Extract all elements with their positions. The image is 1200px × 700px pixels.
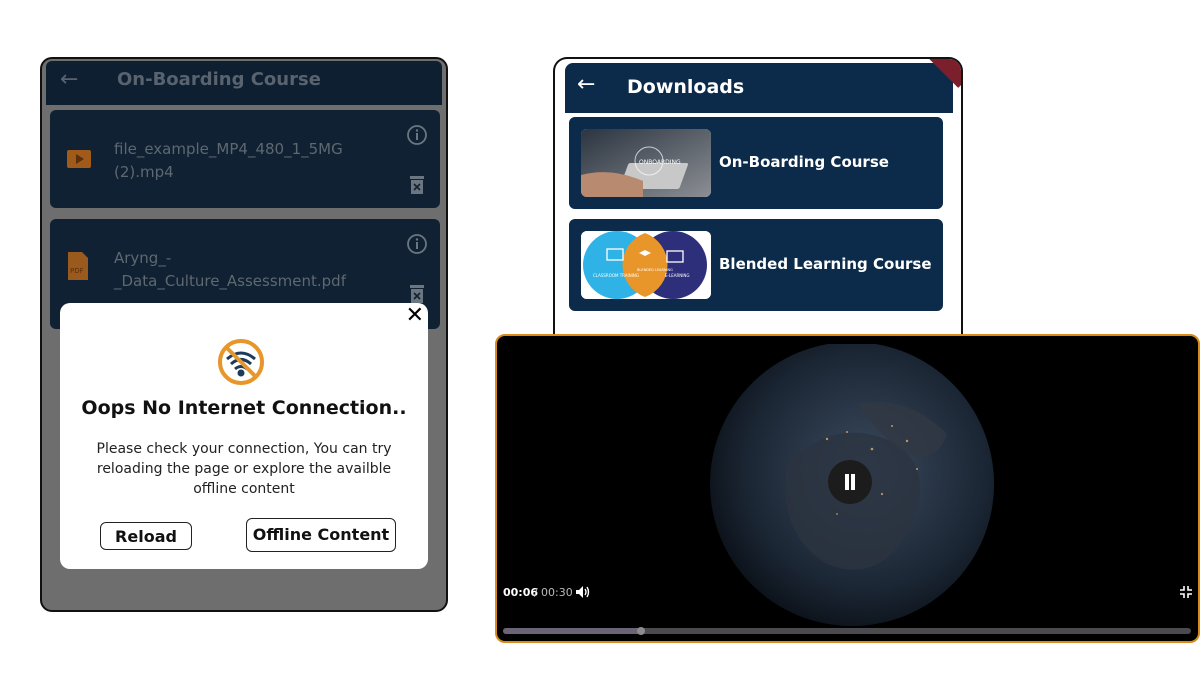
dialog-message: Please check your connection, You can tr…	[96, 441, 392, 497]
file-name: Aryng_-_Data_Culture_Assessment.pdf	[114, 249, 346, 290]
video-file-icon	[67, 150, 91, 168]
volume-icon[interactable]	[575, 585, 591, 599]
page-title: On-Boarding Course	[117, 69, 321, 90]
time-separator: /	[534, 586, 538, 599]
delete-icon[interactable]	[408, 283, 426, 305]
pdf-file-icon: PDF	[68, 252, 88, 280]
info-icon[interactable]	[406, 233, 428, 255]
dialog-title: Oops No Internet Connection..	[81, 397, 407, 419]
course-thumbnail: ONBOARDING	[581, 129, 711, 197]
info-icon[interactable]	[406, 124, 428, 146]
thumb-caption: CLASSROOM TRAINING	[593, 273, 639, 278]
thumb-caption: ONBOARDING	[639, 159, 681, 166]
debug-banner	[927, 59, 961, 88]
back-arrow-icon[interactable]: ←	[60, 67, 78, 92]
offline-course-screen: ← On-Boarding Course file_example_MP4_48…	[40, 57, 448, 612]
offline-content-button[interactable]: Offline Content	[246, 518, 396, 552]
close-icon[interactable]: ✕	[406, 305, 424, 327]
pdf-type-label: PDF	[70, 267, 84, 275]
progress-fill	[503, 628, 641, 634]
reload-button[interactable]: Reload	[100, 522, 192, 550]
progress-bar[interactable]	[503, 627, 1191, 635]
download-item[interactable]: file_example_MP4_480_1_5MG (2).mp4	[50, 110, 440, 208]
exit-fullscreen-icon[interactable]	[1180, 586, 1192, 598]
file-name: file_example_MP4_480_1_5MG (2).mp4	[114, 140, 343, 181]
downloads-screen: ← Downloads ONBOARDING On-Boarding Cours…	[553, 57, 963, 359]
delete-icon[interactable]	[408, 174, 426, 196]
video-player[interactable]: 00:06 / 00:30	[495, 334, 1200, 643]
pause-icon	[845, 474, 849, 490]
thumb-caption: E-LEARNING	[665, 273, 690, 278]
thumb-caption: BLENDED LEARNING	[637, 268, 673, 272]
duration: 00:30	[541, 586, 573, 599]
course-name: On-Boarding Course	[719, 153, 889, 171]
app-header: ← Downloads	[565, 59, 961, 113]
no-internet-dialog: ✕ Oops No Internet Connection.. Please c…	[60, 303, 428, 569]
back-arrow-icon[interactable]: ←	[577, 72, 595, 97]
page-title: Downloads	[627, 76, 745, 98]
course-name: Blended Learning Course	[719, 255, 932, 273]
pause-button[interactable]	[828, 460, 872, 504]
course-card[interactable]: CLASSROOM TRAINING BLENDED LEARNING E-LE…	[569, 219, 943, 311]
app-header: ← On-Boarding Course	[46, 61, 442, 105]
no-wifi-icon	[218, 339, 264, 385]
course-thumbnail: CLASSROOM TRAINING BLENDED LEARNING E-LE…	[581, 231, 711, 299]
progress-handle[interactable]	[636, 627, 645, 635]
current-time: 00:06	[503, 586, 539, 599]
course-card[interactable]: ONBOARDING On-Boarding Course	[569, 117, 943, 209]
